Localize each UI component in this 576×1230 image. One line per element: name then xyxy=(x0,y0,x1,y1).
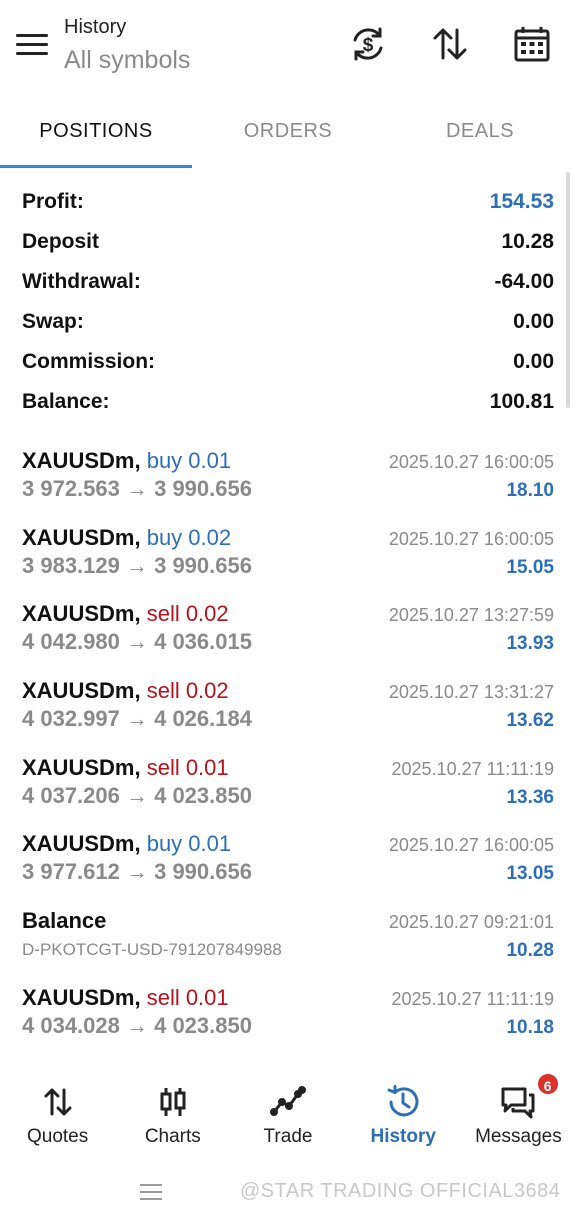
summary-value: 100.81 xyxy=(489,390,554,413)
deal-prices: 3 977.612 → 3 990.656 xyxy=(22,859,252,885)
quotes-icon xyxy=(44,1088,72,1116)
tab-deals[interactable]: DEALS xyxy=(384,100,576,168)
list-item[interactable]: XAUUSDm, sell 0.01 2025.10.27 11:11:19 4… xyxy=(22,983,554,1060)
charts-icon xyxy=(160,1088,186,1116)
deal-time: 2025.10.27 16:00:05 xyxy=(388,528,554,549)
system-menu-icon[interactable] xyxy=(140,1184,162,1202)
nav-messages[interactable]: 6 Messages xyxy=(461,1072,576,1158)
bottom-nav: Quotes Charts Trade History 6 Messages xyxy=(0,1072,576,1158)
svg-text:$: $ xyxy=(363,35,374,56)
deal-symbol: Balance xyxy=(22,908,107,934)
summary-value: -64.00 xyxy=(494,270,554,293)
list-item[interactable]: XAUUSDm, buy 0.01 2025.10.27 16:00:05 3 … xyxy=(22,446,554,523)
deal-time: 2025.10.27 13:31:27 xyxy=(388,682,554,703)
deal-time: 2025.10.27 09:21:01 xyxy=(388,912,554,933)
deal-symbol: XAUUSDm, sell 0.01 xyxy=(22,984,229,1010)
deal-side: sell 0.02 xyxy=(146,678,229,704)
nav-history[interactable]: History xyxy=(346,1078,461,1158)
deal-prices: 4 037.206 → 4 023.850 xyxy=(22,782,252,808)
deal-profit: 18.10 xyxy=(506,480,554,501)
sort-icon[interactable] xyxy=(430,24,470,68)
list-item[interactable]: XAUUSDm, buy 0.01 2025.10.27 16:00:05 3 … xyxy=(22,829,554,906)
deal-profit: 10.18 xyxy=(506,1016,554,1038)
deal-side: sell 0.01 xyxy=(146,754,229,780)
deal-side: sell 0.02 xyxy=(146,601,229,627)
nav-label: Charts xyxy=(144,1126,201,1147)
currency-sync-icon[interactable]: $ xyxy=(348,24,388,68)
summary-row-profit: Profit: 154.53 xyxy=(22,182,554,222)
deal-side: sell 0.01 xyxy=(146,984,229,1010)
watermark: @STAR TRADING OFFICIAL3684 xyxy=(240,1180,561,1202)
deal-symbol: XAUUSDm, buy 0.01 xyxy=(22,831,232,857)
summary-row-deposit: Deposit 10.28 xyxy=(22,222,554,262)
list-item[interactable]: XAUUSDm, sell 0.02 2025.10.27 13:31:27 4… xyxy=(22,676,554,753)
deal-prices: 3 972.563 → 3 990.656 xyxy=(22,476,252,501)
list-item[interactable]: XAUUSDm, sell 0.01 2025.10.27 11:11:19 4… xyxy=(22,753,554,830)
deal-time: 2025.10.27 16:00:05 xyxy=(388,835,554,856)
symbol-filter[interactable]: All symbols xyxy=(64,46,190,75)
nav-label: Trade xyxy=(263,1126,313,1147)
deal-profit: 15.05 xyxy=(506,556,554,578)
list-item-balance[interactable]: Balance 2025.10.27 09:21:01 D-PKOTCGT-US… xyxy=(22,906,554,983)
list-item[interactable]: XAUUSDm, buy 0.02 2025.10.27 16:00:05 3 … xyxy=(22,523,554,600)
deal-symbol: XAUUSDm, buy 0.01 xyxy=(22,448,232,473)
deal-comment: D-PKOTCGT-USD-791207849988 xyxy=(22,940,282,960)
deal-symbol: XAUUSDm, sell 0.02 xyxy=(22,601,229,627)
nav-charts[interactable]: Charts xyxy=(115,1078,230,1158)
scrollbar[interactable] xyxy=(566,172,570,408)
summary-block: Profit: 154.53 Deposit 10.28 Withdrawal:… xyxy=(22,182,554,422)
deal-prices: 4 034.028 → 4 023.850 xyxy=(22,1012,252,1038)
deals-list: XAUUSDm, buy 0.01 2025.10.27 16:00:05 3 … xyxy=(22,446,554,1060)
summary-label: Deposit xyxy=(22,230,100,253)
list-item[interactable]: XAUUSDm, sell 0.02 2025.10.27 13:27:59 4… xyxy=(22,599,554,676)
summary-value: 0.00 xyxy=(513,350,554,373)
calendar-icon[interactable] xyxy=(512,24,552,68)
nav-label: Quotes xyxy=(26,1126,89,1147)
trade-icon xyxy=(270,1086,306,1116)
summary-row-commission: Commission: 0.00 xyxy=(22,342,554,382)
tab-orders[interactable]: ORDERS xyxy=(192,100,384,168)
deal-prices: 3 983.129 → 3 990.656 xyxy=(22,552,252,578)
summary-value: 10.28 xyxy=(501,230,554,253)
deal-time: 2025.10.27 13:27:59 xyxy=(388,605,554,626)
deal-symbol: XAUUSDm, sell 0.02 xyxy=(22,678,229,704)
nav-quotes[interactable]: Quotes xyxy=(0,1078,115,1158)
nav-trade[interactable]: Trade xyxy=(230,1078,345,1158)
deal-side: buy 0.01 xyxy=(146,831,232,857)
deal-profit: 13.05 xyxy=(506,863,554,885)
history-tabs: POSITIONS ORDERS DEALS xyxy=(0,100,576,168)
summary-label: Commission: xyxy=(22,350,156,373)
summary-label: Balance: xyxy=(22,390,110,413)
summary-label: Profit: xyxy=(22,190,84,213)
deal-side: buy 0.01 xyxy=(146,448,232,473)
deal-time: 2025.10.27 16:00:05 xyxy=(388,452,554,472)
deal-profit: 13.62 xyxy=(506,710,554,732)
app-header: History All symbols $ xyxy=(0,0,576,96)
deal-prices: 4 042.980 → 4 036.015 xyxy=(22,629,252,655)
deal-time: 2025.10.27 11:11:19 xyxy=(391,758,554,779)
menu-icon[interactable] xyxy=(16,34,48,58)
summary-row-balance: Balance: 100.81 xyxy=(22,382,554,422)
deal-symbol: XAUUSDm, sell 0.01 xyxy=(22,754,229,780)
summary-row-withdrawal: Withdrawal: -64.00 xyxy=(22,262,554,302)
deal-side: buy 0.02 xyxy=(146,524,232,550)
deal-profit: 13.36 xyxy=(506,786,554,808)
deal-profit: 13.93 xyxy=(506,633,554,655)
nav-label: History xyxy=(370,1126,436,1147)
summary-row-swap: Swap: 0.00 xyxy=(22,302,554,342)
messages-icon xyxy=(501,1087,535,1119)
summary-label: Withdrawal: xyxy=(22,270,141,293)
unread-badge: 6 xyxy=(535,1072,560,1096)
deal-time: 2025.10.27 11:11:19 xyxy=(391,988,554,1009)
tab-positions[interactable]: POSITIONS xyxy=(0,100,192,168)
page-title: History xyxy=(64,16,127,38)
deal-profit: 10.28 xyxy=(506,940,554,962)
summary-value: 154.53 xyxy=(489,190,554,213)
summary-label: Swap: xyxy=(22,310,84,333)
summary-value: 0.00 xyxy=(513,310,554,333)
deal-symbol: XAUUSDm, buy 0.02 xyxy=(22,524,232,550)
history-icon xyxy=(387,1085,419,1117)
deal-prices: 4 032.997 → 4 026.184 xyxy=(22,706,252,732)
nav-label: Messages xyxy=(475,1126,562,1147)
